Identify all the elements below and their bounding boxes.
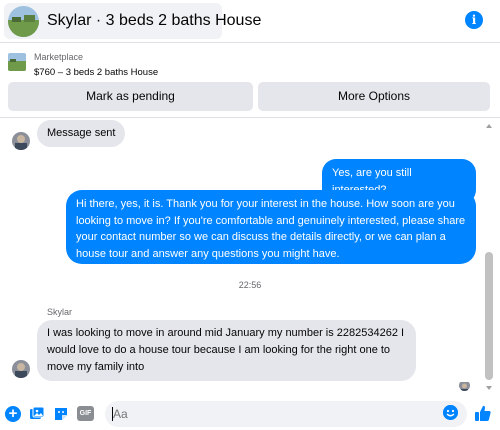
thumbs-up-icon[interactable] (474, 404, 492, 422)
listing-thumbnail[interactable] (8, 53, 26, 71)
gif-icon[interactable]: GIF (77, 406, 94, 421)
contact-avatar (12, 132, 30, 150)
sender-name: Skylar (47, 307, 73, 317)
message-input[interactable] (113, 407, 433, 421)
contact-avatar (12, 360, 30, 378)
listing-price-title[interactable]: $760 – 3 beds 2 baths House (34, 67, 158, 78)
seen-indicator-avatar (459, 380, 470, 391)
more-options-button[interactable]: More Options (258, 82, 490, 111)
message-thread: Message sent Yes, are you still interest… (0, 118, 500, 396)
info-icon[interactable]: i (465, 11, 483, 29)
marketplace-label: Marketplace (34, 52, 84, 62)
image-icon[interactable] (29, 406, 45, 422)
thread-scrollbar[interactable] (485, 118, 493, 396)
message-timestamp: 22:56 (238, 280, 262, 290)
scroll-up-icon[interactable] (486, 124, 492, 128)
incoming-message: Message sent (37, 120, 126, 147)
scroll-down-icon[interactable] (486, 386, 492, 390)
outgoing-message: Hi there, yes, it is. Thank you for your… (66, 190, 476, 264)
conversation-title-pill[interactable]: Skylar · 3 beds 2 baths House (4, 3, 261, 39)
sticker-icon[interactable] (53, 406, 69, 422)
incoming-message: I was looking to move in around mid Janu… (37, 320, 416, 381)
conversation-title: Skylar · 3 beds 2 baths House (47, 12, 262, 29)
conversation-header: Skylar · 3 beds 2 baths House i (0, 0, 500, 42)
message-input-pill[interactable] (105, 401, 467, 427)
listing-avatar (8, 5, 39, 37)
mark-as-pending-button[interactable]: Mark as pending (8, 82, 253, 111)
gif-label: GIF (79, 410, 92, 417)
scroll-thumb[interactable] (485, 252, 493, 380)
emoji-icon[interactable] (443, 405, 458, 420)
plus-icon[interactable]: + (5, 406, 21, 422)
message-composer: + GIF (0, 398, 500, 430)
